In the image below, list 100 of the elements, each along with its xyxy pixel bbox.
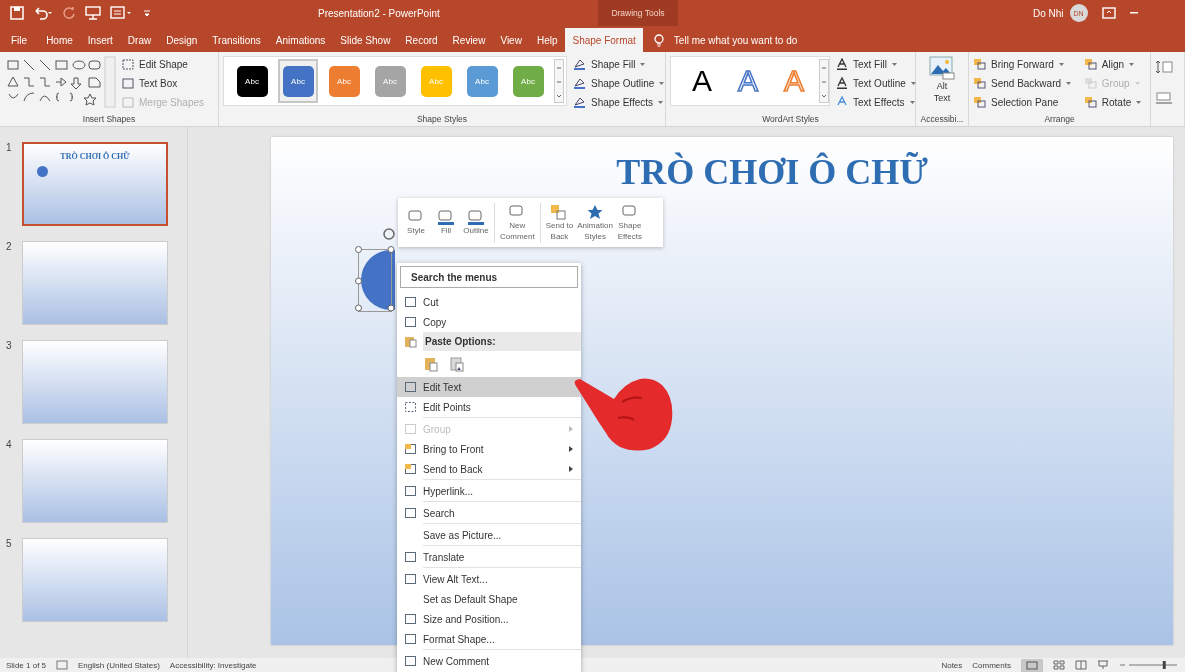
caret-icon	[910, 81, 916, 85]
notes-button[interactable]: Notes	[941, 660, 963, 670]
ribbon-tab[interactable]: View	[493, 28, 529, 52]
slide-thumbnail[interactable]	[22, 241, 168, 325]
ribbon-command[interactable]: Text Fill	[836, 56, 916, 72]
menu-item[interactable]: Bring to Front	[397, 439, 581, 459]
ribbon-command[interactable]: Shape Outline	[573, 75, 665, 91]
user-name: Do Nhi	[1033, 7, 1064, 19]
zoom-slider[interactable]	[1119, 660, 1179, 670]
ribbon-tab[interactable]: Animations	[268, 28, 333, 52]
paste-picture-icon[interactable]	[449, 356, 465, 372]
ribbon-tab[interactable]: Draw	[120, 28, 159, 52]
mini-toolbar-button[interactable]: Outline	[461, 209, 491, 236]
mini-toolbar-button[interactable]: New Comment	[498, 203, 537, 242]
selected-circle-shape[interactable]	[355, 228, 395, 312]
ribbon-command[interactable]: Text Outline	[836, 75, 916, 91]
save-icon[interactable]	[10, 6, 24, 20]
ribbon-tab[interactable]: Slide Show	[333, 28, 398, 52]
gallery-scroll-icon[interactable]	[819, 59, 829, 103]
undo-icon[interactable]	[33, 6, 53, 20]
ribbon-command[interactable]: Text Effects	[836, 94, 916, 110]
alt-text-button[interactable]: Alt Text	[929, 56, 955, 114]
slide-counter: Slide 1 of 5	[6, 660, 47, 670]
slide-title[interactable]: TRÒ CHƠI Ô CHỮ	[516, 151, 928, 195]
slide-number: 3	[5, 340, 13, 351]
tell-me-field[interactable]: Tell me what you want to do	[671, 33, 876, 47]
clipboard-icon	[403, 335, 417, 348]
text-box-icon	[122, 77, 134, 89]
letter-a-icon	[836, 58, 848, 70]
points-icon	[403, 401, 417, 413]
caret-icon	[909, 100, 915, 104]
mini-toolbar-button[interactable]: Fill	[431, 209, 461, 236]
slide-sorter-icon[interactable]	[1053, 660, 1065, 670]
slide-thumbnail[interactable]	[22, 538, 168, 622]
layout-icon[interactable]	[110, 6, 134, 20]
menu-item[interactable]: Copy	[397, 312, 581, 332]
caret-icon	[1136, 100, 1142, 104]
ribbon-tab[interactable]: File	[4, 28, 39, 52]
ribbon-tab[interactable]: Record	[398, 28, 445, 52]
slide-thumbnail[interactable]	[22, 439, 168, 523]
group-label: Arrange	[1043, 114, 1076, 126]
customize-icon[interactable]	[143, 8, 151, 18]
ribbon-command[interactable]: Rotate	[1083, 94, 1146, 110]
width-icon[interactable]	[1155, 92, 1173, 106]
ribbon-command[interactable]: Send Backward	[973, 75, 1076, 91]
ribbon-command[interactable]: Align	[1083, 56, 1146, 72]
comments-button[interactable]: Comments	[972, 660, 1011, 670]
text-box-icon	[403, 381, 417, 393]
menu-item[interactable]: Cut	[397, 292, 581, 312]
picture-icon	[929, 56, 955, 80]
menu-item[interactable]: Size and Position...	[397, 609, 581, 629]
slide-thumbnail[interactable]: TRÒ CHƠI Ô CHỮ	[22, 142, 168, 226]
window-title: Presentation2 - PowerPoint	[318, 7, 440, 19]
letter-a-icon	[836, 77, 848, 89]
ribbon-tab[interactable]: Shape Format	[565, 28, 643, 52]
caret-icon	[658, 100, 664, 104]
accessibility-status[interactable]: Accessibility: Investigate	[169, 660, 257, 670]
slideshow-icon[interactable]	[1097, 660, 1109, 670]
normal-view-icon[interactable]	[1021, 658, 1043, 672]
slide-number: 5	[5, 538, 13, 549]
ribbon-command[interactable]: Edit Shape	[122, 56, 205, 72]
ribbon-command[interactable]: Text Box	[122, 75, 205, 91]
language-indicator[interactable]: English (United States)	[78, 660, 160, 670]
ribbon-tab[interactable]: Home	[39, 28, 80, 52]
ribbon-display-icon[interactable]	[1101, 7, 1116, 19]
letter-a-icon	[836, 96, 848, 108]
group-icon	[1083, 77, 1097, 89]
menu-item[interactable]: Set as Default Shape	[397, 589, 581, 609]
menu-search-field[interactable]: Search the menus	[400, 266, 578, 288]
height-icon[interactable]	[1155, 60, 1173, 74]
ribbon-command[interactable]: Shape Effects	[573, 94, 665, 110]
caret-icon	[891, 62, 897, 66]
slide-thumbnail[interactable]	[22, 340, 168, 424]
presenter-icon[interactable]	[85, 6, 101, 20]
ribbon-command[interactable]: Shape Fill	[573, 56, 665, 72]
mini-toolbar-button[interactable]: Animation Styles	[575, 203, 615, 242]
menu-item[interactable]: Send to Back	[397, 459, 581, 479]
minimize-icon[interactable]	[1129, 12, 1138, 14]
ribbon-tab[interactable]: Transitions	[205, 28, 268, 52]
pen-icon	[573, 77, 586, 89]
shapes-gallery[interactable]	[4, 56, 116, 108]
gallery-scroll-icon[interactable]	[554, 59, 564, 103]
mini-toolbar-button[interactable]: Send to Back	[543, 203, 576, 242]
caret-icon	[1066, 81, 1072, 85]
layers-icon	[403, 443, 417, 455]
menu-item[interactable]: Edit Text	[397, 377, 581, 397]
wordart-style[interactable]: A	[681, 64, 723, 98]
reading-view-icon[interactable]	[1075, 660, 1087, 670]
mini-toolbar-button[interactable]: Style	[401, 209, 431, 236]
menu-item[interactable]: Edit Points	[397, 397, 581, 417]
ribbon-tab[interactable]: Review	[445, 28, 493, 52]
mini-toolbar-button[interactable]: Shape Effects	[614, 203, 645, 242]
ribbon-tab[interactable]: Help	[529, 28, 565, 52]
ribbon-command[interactable]: Selection Pane	[973, 94, 1076, 110]
shape-style-swatch[interactable]: Abc	[278, 59, 318, 103]
redo-icon[interactable]	[62, 6, 76, 20]
ribbon-tab[interactable]: Design	[159, 28, 205, 52]
ribbon-command[interactable]: Bring Forward	[973, 56, 1076, 72]
paste-icon[interactable]	[423, 356, 439, 372]
ribbon-tab[interactable]: Insert	[80, 28, 120, 52]
